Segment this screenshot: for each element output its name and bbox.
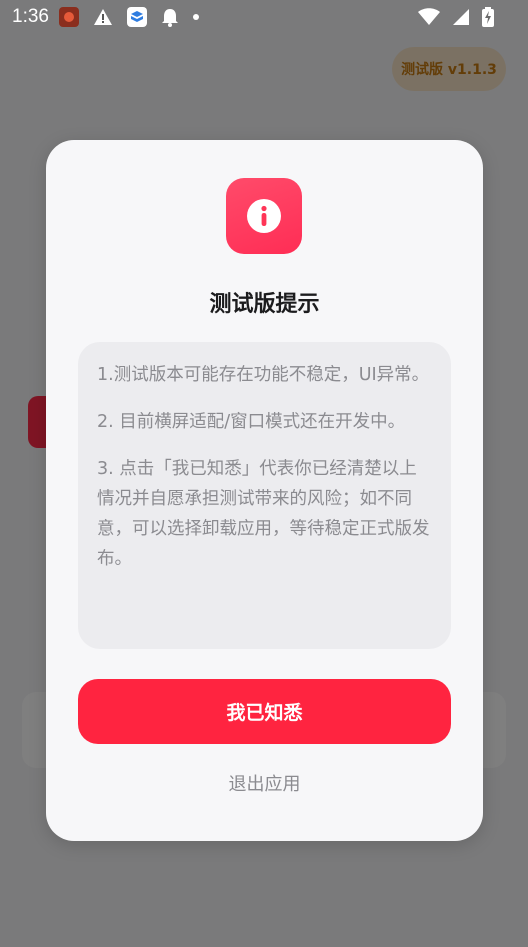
- dialog-title: 测试版提示: [209, 292, 320, 317]
- signal-icon: [453, 9, 469, 25]
- notice-item-1: 1.测试版本可能存在功能不稳定，UI异常。: [97, 365, 430, 385]
- box-app-icon: [126, 7, 147, 27]
- notice-item-2: 2. 目前横屏适配/窗口模式还在开发中。: [97, 412, 406, 432]
- test-version-dialog: 测试版提示 1.测试版本可能存在功能不稳定，UI异常。 2. 目前横屏适配/窗口…: [46, 140, 483, 841]
- info-icon: [247, 199, 281, 233]
- acknowledge-button[interactable]: 我已知悉: [78, 679, 451, 744]
- info-badge: [226, 178, 302, 254]
- app-icon: [58, 7, 79, 27]
- status-bar: 1:36: [0, 0, 528, 34]
- dot-icon: [192, 14, 199, 20]
- wifi-icon: [418, 8, 440, 25]
- warning-icon: [93, 9, 112, 25]
- notice-item-3: 3. 点击「我已知悉」代表你已经清楚以上情况并自愿承担测试带来的风险；如不同意，…: [97, 459, 430, 569]
- notice-box: 1.测试版本可能存在功能不稳定，UI异常。 2. 目前横屏适配/窗口模式还在开发…: [78, 342, 451, 649]
- battery-charging-icon: [482, 7, 494, 27]
- exit-app-button[interactable]: 退出应用: [46, 770, 483, 796]
- bell-icon: [161, 9, 178, 27]
- status-time: 1:36: [12, 6, 49, 27]
